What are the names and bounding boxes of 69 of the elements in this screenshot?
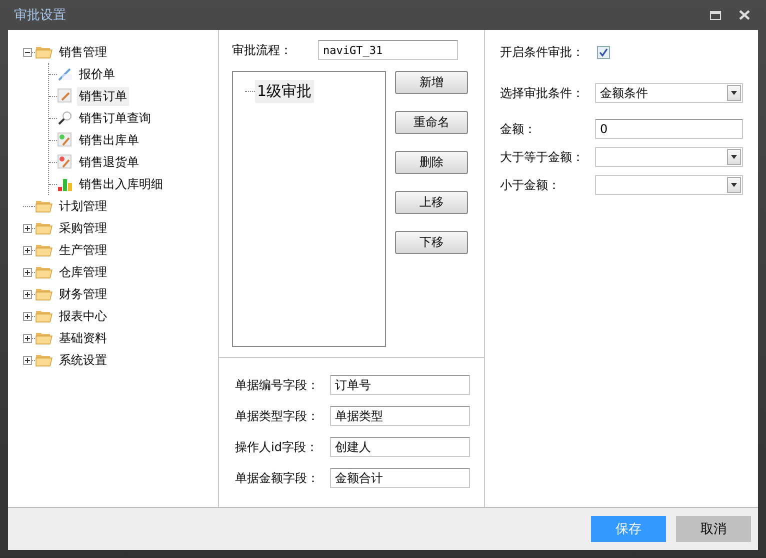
action-button[interactable]: 新增 <box>395 71 468 94</box>
expand-toggle[interactable] <box>23 312 32 320</box>
folder-icon <box>35 287 53 301</box>
tree-item[interactable]: 报表中心 <box>57 306 109 326</box>
maximize-button[interactable] <box>710 10 721 20</box>
cancel-button[interactable]: 取消 <box>676 516 751 542</box>
pencil-icon <box>57 88 73 104</box>
folder-icon <box>35 221 53 235</box>
field-label: 小于金额： <box>500 176 561 194</box>
input-field[interactable]: 0 <box>595 119 743 139</box>
tree-item[interactable]: 计划管理 <box>57 196 109 216</box>
tree-item[interactable]: 报价单 <box>77 64 117 84</box>
expand-toggle[interactable] <box>23 224 32 232</box>
input-field[interactable]: 单据类型 <box>330 406 470 426</box>
tree-item[interactable]: 财务管理 <box>57 284 109 304</box>
expand-toggle[interactable] <box>23 356 32 364</box>
magnifier-icon <box>57 110 73 126</box>
tree-item[interactable]: 基础资料 <box>57 328 109 348</box>
tree-item[interactable]: 系统设置 <box>57 350 109 370</box>
folder-icon <box>35 309 53 323</box>
expand-toggle[interactable] <box>23 268 32 276</box>
document-icon <box>57 154 73 170</box>
folder-icon <box>35 353 53 367</box>
tree-item[interactable]: 销售订单 <box>77 86 129 106</box>
input-field[interactable]: 金额合计 <box>330 468 470 488</box>
tree-item[interactable]: 销售退货单 <box>77 152 141 172</box>
field-label: 开启条件审批： <box>500 44 585 60</box>
bar-chart-icon <box>57 176 73 192</box>
field-label: 单据编号字段： <box>235 376 319 394</box>
folder-icon <box>35 243 53 257</box>
action-button[interactable]: 删除 <box>395 151 468 174</box>
tree-item[interactable]: 销售订单查询 <box>77 108 153 128</box>
folder-icon <box>35 45 53 59</box>
action-button[interactable]: 上移 <box>395 191 468 214</box>
expand-toggle[interactable] <box>23 246 32 254</box>
folder-icon <box>35 331 53 345</box>
tree-item[interactable]: 仓库管理 <box>57 262 109 282</box>
caret-icon <box>731 183 737 187</box>
tree-item[interactable]: 生产管理 <box>57 240 109 260</box>
caret-icon <box>731 155 737 159</box>
action-button[interactable]: 下移 <box>395 231 468 254</box>
tree-item[interactable]: 销售出入库明细 <box>77 174 165 194</box>
field-label: 操作人id字段： <box>235 438 318 456</box>
folder-icon <box>35 199 53 213</box>
window-title: 审批设置 <box>13 7 66 24</box>
close-button[interactable] <box>739 10 750 20</box>
tree-item[interactable]: 销售管理 <box>57 42 109 62</box>
pen-icon <box>57 66 73 82</box>
tree-item[interactable]: 销售出库单 <box>77 130 141 150</box>
field-label: 选择审批条件： <box>500 84 585 102</box>
step-item[interactable]: 1级审批 <box>255 80 314 103</box>
field-label: 金额： <box>500 120 537 138</box>
folder-icon <box>35 265 53 279</box>
expand-toggle[interactable] <box>23 290 32 298</box>
input-field[interactable]: 订单号 <box>330 375 470 395</box>
field-label: 大于等于金额： <box>500 148 585 166</box>
document-icon <box>57 132 73 148</box>
input-field[interactable]: 创建人 <box>330 437 470 457</box>
flow-name-field[interactable]: naviGT_31 <box>318 40 458 60</box>
field-label: 单据类型字段： <box>235 408 319 424</box>
tree-item[interactable]: 采购管理 <box>57 218 109 238</box>
field-label: 审批流程： <box>232 42 292 58</box>
expand-toggle[interactable] <box>23 334 32 342</box>
checkbox[interactable] <box>597 46 610 58</box>
collapse-toggle[interactable] <box>23 48 32 56</box>
action-button[interactable]: 重命名 <box>395 111 468 134</box>
field-label: 单据金额字段： <box>235 470 319 486</box>
dropdown[interactable]: 金额条件 <box>595 83 743 103</box>
caret-icon <box>731 91 737 95</box>
